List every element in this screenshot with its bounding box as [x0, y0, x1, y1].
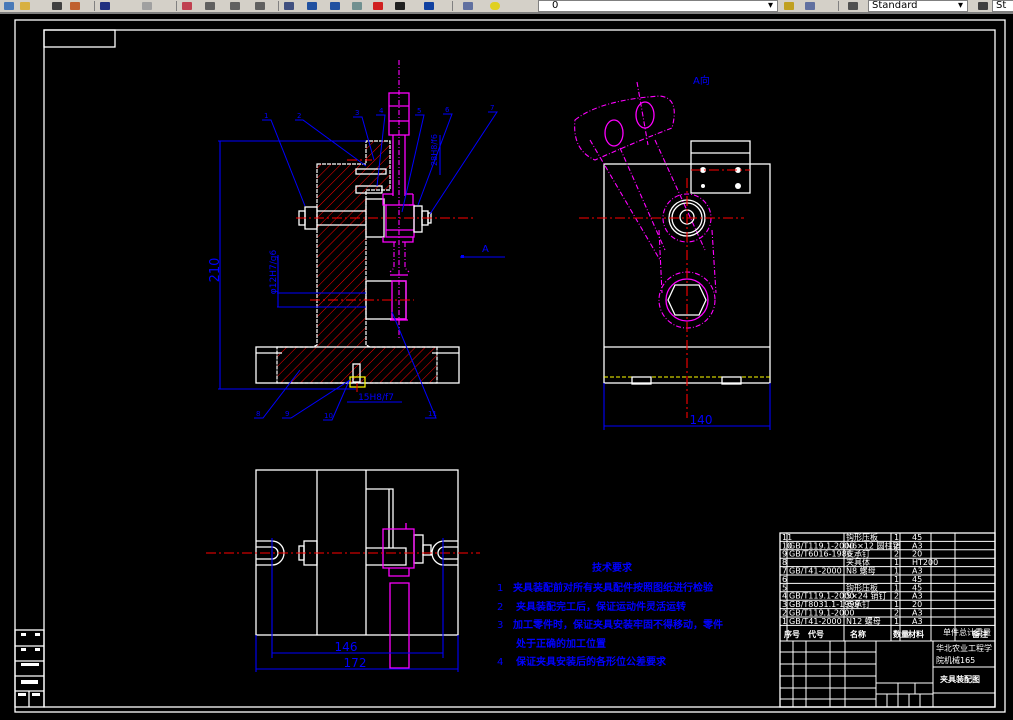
dim-text-210: 210 — [208, 258, 223, 283]
bom-header-code: 代号 — [807, 629, 824, 639]
properties-icon[interactable] — [284, 2, 294, 10]
sheet-set-icon[interactable] — [352, 2, 362, 10]
technical-requirements: 技术要求 1 夹具装配前对所有夹具配件按照图纸进行检验 2 夹具装配完工后，保证… — [497, 561, 723, 668]
dim-text-bore: φ12H7/g6 — [269, 250, 279, 295]
tech-req-title: 技术要求 — [592, 561, 633, 574]
tool-palette-icon[interactable] — [330, 2, 340, 10]
dim-text-146: 146 — [335, 640, 358, 654]
dim-style-value: St — [996, 0, 1007, 11]
view-a[interactable]: A向 140 — [574, 74, 771, 430]
toolbar-separator — [452, 1, 453, 11]
bom-row-code: GB/T41-2000 — [789, 567, 842, 576]
layer-previous-icon[interactable] — [805, 2, 815, 10]
bom-row-name: N8 螺母 — [846, 566, 876, 576]
bom-row-code: GB/T41-2000 — [789, 617, 842, 626]
toolbar-separator — [176, 1, 177, 11]
balloon-10: 10 — [324, 412, 333, 420]
tech-req-text: 保证夹具安装后的各形位公差要求 — [515, 655, 667, 668]
design-center-icon[interactable] — [307, 2, 317, 10]
tech-req-text: 处于正确的加工位置 — [515, 637, 606, 650]
print-icon[interactable] — [70, 2, 80, 10]
dim-text-140: 140 — [690, 413, 713, 427]
tech-req-num: 4 — [497, 657, 503, 668]
school-line-2: 院机械165 — [936, 655, 975, 665]
view-a-label: A向 — [693, 74, 710, 87]
layer-dropdown[interactable]: 0 ▾ — [538, 0, 778, 12]
text-style-icon[interactable] — [848, 2, 858, 10]
tech-req-num: 2 — [497, 602, 503, 613]
tech-req-num: 3 — [497, 620, 503, 631]
balloon-3: 3 — [355, 109, 359, 117]
toolbar-separator — [838, 1, 839, 11]
tech-req-text: 夹具装配完工后，保证运动件灵活运转 — [516, 600, 686, 613]
bom-header-material: 材料 — [908, 629, 924, 639]
tech-req-text: 夹具装配前对所有夹具配件按照图纸进行检验 — [513, 581, 714, 594]
text-style-dropdown[interactable]: Standard ▾ — [868, 0, 968, 12]
open-icon[interactable] — [20, 2, 30, 10]
dim-style-dropdown[interactable]: St — [992, 0, 1013, 12]
drawing-title: 夹具装配图 — [940, 674, 980, 684]
top-view[interactable]: 146 172 — [206, 469, 480, 672]
dim-style-icon[interactable] — [978, 2, 988, 10]
dim-text-172: 172 — [344, 656, 367, 670]
make-current-icon[interactable] — [784, 2, 794, 10]
corner-box — [43, 29, 116, 48]
new-icon[interactable] — [4, 2, 14, 10]
balloon-4: 4 — [379, 107, 384, 115]
balloon-5: 5 — [417, 107, 421, 115]
clamp-seat-block — [690, 140, 751, 194]
calculator-icon[interactable] — [395, 2, 405, 10]
school-line-1: 华北农业工程学 — [936, 643, 992, 653]
balloon-9: 9 — [285, 410, 289, 418]
chevron-down-icon[interactable]: ▾ — [958, 1, 963, 11]
markup-icon[interactable] — [373, 2, 383, 10]
tech-req-num: 1 — [497, 583, 503, 594]
save-icon[interactable] — [52, 2, 62, 10]
layer-dropdown-value: 0 — [552, 0, 559, 11]
hook-clamp-top — [382, 523, 415, 669]
balloon-11: 11 — [428, 410, 437, 418]
bom-header-qty: 数量 — [893, 629, 909, 639]
bom-row-code: GB/T6016-1986 — [789, 550, 852, 559]
undo-icon[interactable] — [100, 2, 110, 10]
bom-row-qty: 1 — [894, 617, 899, 626]
zoom-realtime-icon[interactable] — [205, 2, 215, 10]
dim-text-pin: 15H8/f7 — [358, 393, 394, 403]
zoom-previous-icon[interactable] — [255, 2, 265, 10]
balloon-2: 2 — [297, 112, 301, 120]
pan-icon[interactable] — [182, 2, 192, 10]
drawing-canvas[interactable]: 210 φ12H7/g6 15H8/f7 28H8/f6 A 1 2 3 4 5… — [0, 14, 1013, 720]
bom-row-material: A3 — [912, 617, 923, 626]
balloon-8: 8 — [256, 410, 260, 418]
left-side-table — [14, 629, 45, 708]
hook-clamp — [385, 204, 415, 238]
zoom-window-icon[interactable] — [230, 2, 240, 10]
toolbar: 0 ▾ Standard ▾ St — [0, 0, 1013, 14]
balloon-7: 7 — [490, 104, 494, 112]
balloon-6: 6 — [445, 106, 450, 114]
balloon-1: 1 — [264, 112, 268, 120]
bom-header-name: 名称 — [850, 629, 866, 639]
view-direction-label: A — [482, 244, 489, 255]
redo-icon[interactable] — [142, 2, 152, 10]
chevron-down-icon[interactable]: ▾ — [768, 1, 773, 11]
bill-of-materials: 11 钩形压板 1 4510GB/T119.1-2000N6×12 圆柱销2 A39 GB… — [779, 532, 996, 708]
toolbar-separator — [278, 1, 279, 11]
layer-manager-icon[interactable] — [463, 2, 473, 10]
help-icon[interactable] — [424, 2, 434, 10]
bom-header-no: 序号 — [784, 629, 800, 639]
tech-req-text: 加工零件时，保证夹具安装牢固不得移动，零件 — [512, 618, 723, 631]
toolbar-separator — [94, 1, 95, 11]
text-style-value: Standard — [872, 0, 918, 11]
bom-row-no: 1 — [782, 617, 787, 626]
layer-state-icon[interactable] — [490, 2, 500, 10]
bom-row-name: N12 螺母 — [846, 616, 881, 626]
bom-header-remark: 备注 — [971, 629, 988, 639]
